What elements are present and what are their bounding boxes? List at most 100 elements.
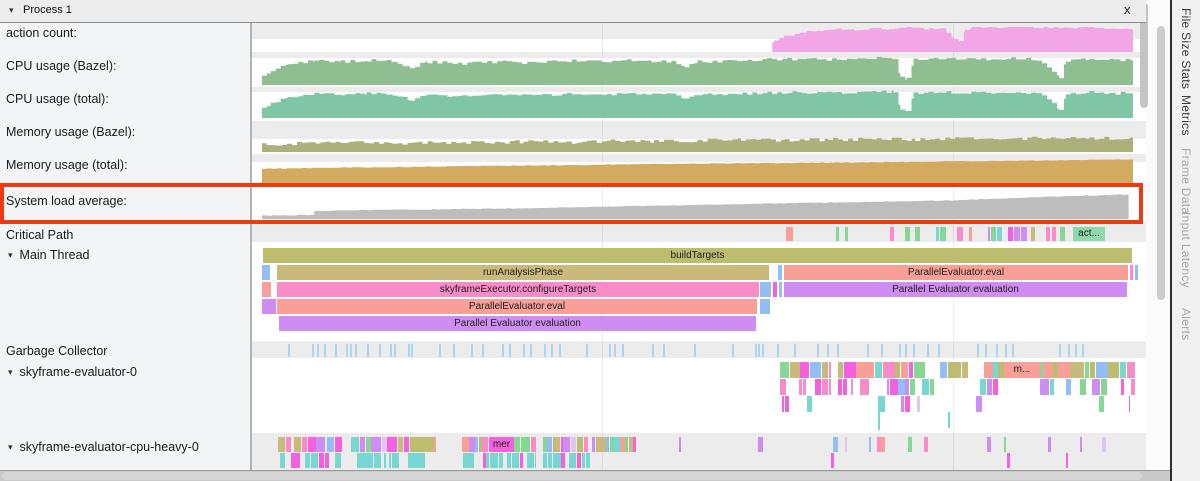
critical-path-slice[interactable] <box>786 227 793 241</box>
cpu-heavy-slice[interactable] <box>553 453 561 468</box>
cpu-heavy-slice[interactable] <box>633 437 636 452</box>
evaluator0-slice[interactable] <box>1053 362 1057 378</box>
evaluator0-slice[interactable] <box>993 362 998 378</box>
evaluator0-slice[interactable] <box>875 362 883 378</box>
main-thread-slice[interactable] <box>262 282 271 297</box>
counter-chart-memory-usage-bazel-[interactable] <box>262 137 1133 152</box>
cpu-heavy-slice[interactable] <box>482 437 487 452</box>
evaluator0-slice[interactable] <box>1080 379 1086 395</box>
evaluator0-slice[interactable] <box>1108 362 1119 378</box>
evaluator0-slice[interactable] <box>948 362 962 378</box>
critical-path-slice[interactable] <box>1008 227 1013 241</box>
main-thread-slice[interactable]: runAnalysisPhase <box>277 265 769 280</box>
cpu-heavy-slice[interactable] <box>531 437 536 452</box>
gc-tick[interactable] <box>1082 344 1084 357</box>
cpu-heavy-slice[interactable] <box>1080 437 1082 452</box>
cpu-heavy-slice[interactable] <box>335 437 343 452</box>
track-label-main-thread[interactable]: ▾Main Thread <box>8 248 89 262</box>
gc-tick[interactable] <box>530 344 532 357</box>
main-thread-slice[interactable] <box>773 282 777 297</box>
cpu-heavy-slice[interactable] <box>398 437 403 452</box>
cpu-heavy-slice[interactable] <box>548 453 552 468</box>
gc-tick[interactable] <box>509 344 511 357</box>
gc-tick[interactable] <box>867 344 869 357</box>
evaluator0-slice[interactable] <box>1085 362 1090 378</box>
evaluator0-slice[interactable] <box>930 379 934 395</box>
cpu-heavy-slice[interactable] <box>490 453 498 468</box>
cpu-heavy-slice[interactable] <box>311 453 318 468</box>
cpu-heavy-slice[interactable] <box>360 437 365 452</box>
critical-path-slice[interactable] <box>1060 227 1065 241</box>
cpu-heavy-slice[interactable] <box>1004 437 1006 452</box>
horizontal-scrollbar-thumb[interactable] <box>2 472 1142 480</box>
cpu-heavy-slice[interactable] <box>521 437 531 452</box>
gc-tick[interactable] <box>346 344 348 357</box>
gc-tick[interactable] <box>881 344 883 357</box>
gc-tick[interactable] <box>471 344 473 357</box>
gc-tick[interactable] <box>927 344 929 357</box>
cpu-heavy-slice[interactable] <box>514 437 520 452</box>
gc-tick[interactable] <box>755 344 757 357</box>
sidebar-tab-frame-data[interactable]: Frame Data <box>1179 148 1193 214</box>
cpu-heavy-slice[interactable] <box>308 437 316 452</box>
main-thread-slice[interactable] <box>760 299 770 314</box>
evaluator0-slice[interactable] <box>914 362 925 378</box>
evaluator0-slice[interactable] <box>1121 379 1124 395</box>
evaluator0-slice[interactable] <box>838 379 842 395</box>
evaluator0-slice[interactable] <box>883 362 895 378</box>
cpu-heavy-slice[interactable] <box>382 437 387 452</box>
evaluator0-slice[interactable] <box>799 379 802 395</box>
cpu-heavy-slice[interactable] <box>610 437 613 452</box>
evaluator0-slice[interactable] <box>980 379 986 395</box>
cpu-heavy-slice[interactable] <box>278 437 285 452</box>
gc-tick[interactable] <box>794 344 796 357</box>
cpu-heavy-slice[interactable] <box>408 453 413 468</box>
critical-path-slice[interactable] <box>997 227 1003 241</box>
evaluator0-slice[interactable] <box>922 379 929 395</box>
critical-path-slice[interactable] <box>1031 227 1035 241</box>
cpu-heavy-slice[interactable] <box>877 437 881 452</box>
cpu-heavy-slice[interactable] <box>305 453 310 468</box>
cpu-heavy-slice[interactable] <box>577 453 582 468</box>
gc-tick[interactable] <box>614 344 616 357</box>
cpu-heavy-slice[interactable] <box>582 453 585 468</box>
process-close-button[interactable]: x <box>1124 2 1131 17</box>
cpu-heavy-slice[interactable] <box>387 437 397 452</box>
evaluator0-slice[interactable] <box>976 396 982 412</box>
evaluator0-slice[interactable] <box>785 396 789 412</box>
evaluator0-slice[interactable] <box>905 379 909 395</box>
collapse-arrow-icon[interactable]: ▾ <box>8 442 13 453</box>
evaluator0-slice[interactable] <box>901 362 908 378</box>
gc-tick[interactable] <box>1012 344 1014 357</box>
cpu-heavy-slice[interactable] <box>499 453 503 468</box>
gc-tick[interactable] <box>899 344 901 357</box>
evaluator0-slice[interactable] <box>890 379 898 395</box>
main-thread-slice[interactable]: ParallelEvaluator.eval <box>277 299 757 314</box>
evaluator0-slice[interactable] <box>1043 362 1052 378</box>
gc-tick[interactable] <box>622 344 624 357</box>
vertical-scrollbar-track[interactable] <box>1146 0 1170 481</box>
gc-tick[interactable] <box>1075 344 1077 357</box>
gc-tick[interactable] <box>1005 344 1007 357</box>
gc-tick[interactable] <box>324 344 326 357</box>
critical-path-slice[interactable] <box>915 227 920 241</box>
gc-tick[interactable] <box>586 344 588 357</box>
evaluator0-slice[interactable] <box>909 362 913 378</box>
gc-tick[interactable] <box>762 344 764 357</box>
evaluator0-slice[interactable] <box>822 362 828 378</box>
cpu-heavy-slice[interactable] <box>520 453 524 468</box>
evaluator0-slice[interactable] <box>1131 379 1135 395</box>
gc-tick[interactable] <box>317 344 319 357</box>
cpu-heavy-slice[interactable] <box>297 453 300 468</box>
cpu-heavy-slice[interactable] <box>404 437 409 452</box>
counter-chart-memory-usage-total-[interactable] <box>262 159 1133 185</box>
cpu-heavy-slice[interactable] <box>556 437 560 452</box>
cpu-heavy-slice[interactable] <box>620 437 625 452</box>
gc-tick[interactable] <box>288 344 290 357</box>
cpu-heavy-slice[interactable] <box>629 437 633 452</box>
cpu-heavy-slice[interactable] <box>625 437 628 452</box>
evaluator0-slice[interactable] <box>790 362 800 378</box>
evaluator0-slice[interactable] <box>898 379 904 395</box>
critical-path-slice[interactable] <box>988 227 990 241</box>
critical-path-slice[interactable] <box>1014 227 1020 241</box>
